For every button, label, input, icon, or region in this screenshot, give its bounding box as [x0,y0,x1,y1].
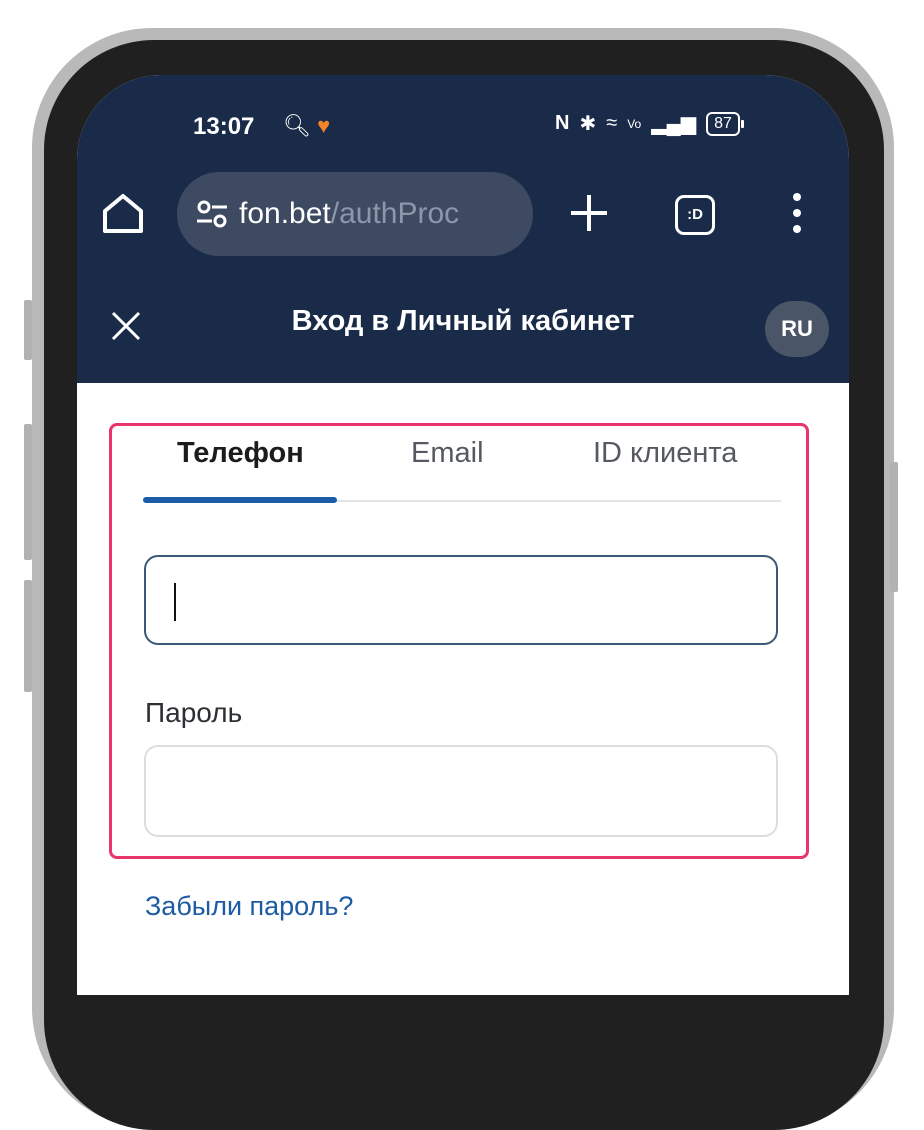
text-caret [174,583,176,621]
address-bar[interactable]: fon.bet /authProc [177,172,533,256]
site-settings-icon[interactable] [195,197,229,231]
url-path: /authProc [330,197,460,230]
active-tab-indicator [143,497,337,503]
phone-side-button [24,424,32,560]
tab-switcher-button[interactable]: :D [675,195,715,235]
password-input[interactable] [144,745,778,837]
phone-side-button [890,462,898,592]
phone-side-button [24,580,32,692]
close-icon[interactable] [111,311,141,341]
tab-client-id[interactable]: ID клиента [593,437,737,470]
phone-side-button [24,300,32,360]
language-button[interactable]: RU [765,301,829,357]
status-time: 13:07 [193,113,255,140]
wifi-icon: ≈ [606,112,618,134]
login-method-tabs: Телефон Email ID клиента [143,427,781,503]
nfc-icon: N [555,112,570,134]
battery-icon: 87 [706,111,744,136]
app-notification-icon: ♥ [317,113,331,138]
phone-input[interactable] [144,555,778,645]
phone-screen: 13:07 🔍︎ ♥ N ✱ ≈ Vo ▂▄▆ 87 fon.bet /auth… [77,75,849,995]
bluetooth-icon: ✱ [579,113,597,135]
status-left-icons: 🔍︎ ♥ [283,113,330,139]
page-title: Вход в Личный кабинет [291,305,635,337]
password-label: Пароль [145,697,243,728]
tab-email[interactable]: Email [411,437,484,470]
home-icon[interactable] [101,191,145,235]
volte-icon: Vo [627,116,642,131]
url-domain: fon.bet [239,197,331,230]
forgot-password-link[interactable]: Забыли пароль? [145,891,353,922]
search-icon: 🔍︎ [283,113,311,138]
status-right-icons: N ✱ ≈ Vo ▂▄▆ 87 [555,111,744,136]
more-menu-icon[interactable] [787,191,807,235]
tab-phone[interactable]: Телефон [177,437,304,470]
signal-icon: ▂▄▆ [651,113,697,135]
new-tab-plus-icon[interactable] [569,193,609,233]
